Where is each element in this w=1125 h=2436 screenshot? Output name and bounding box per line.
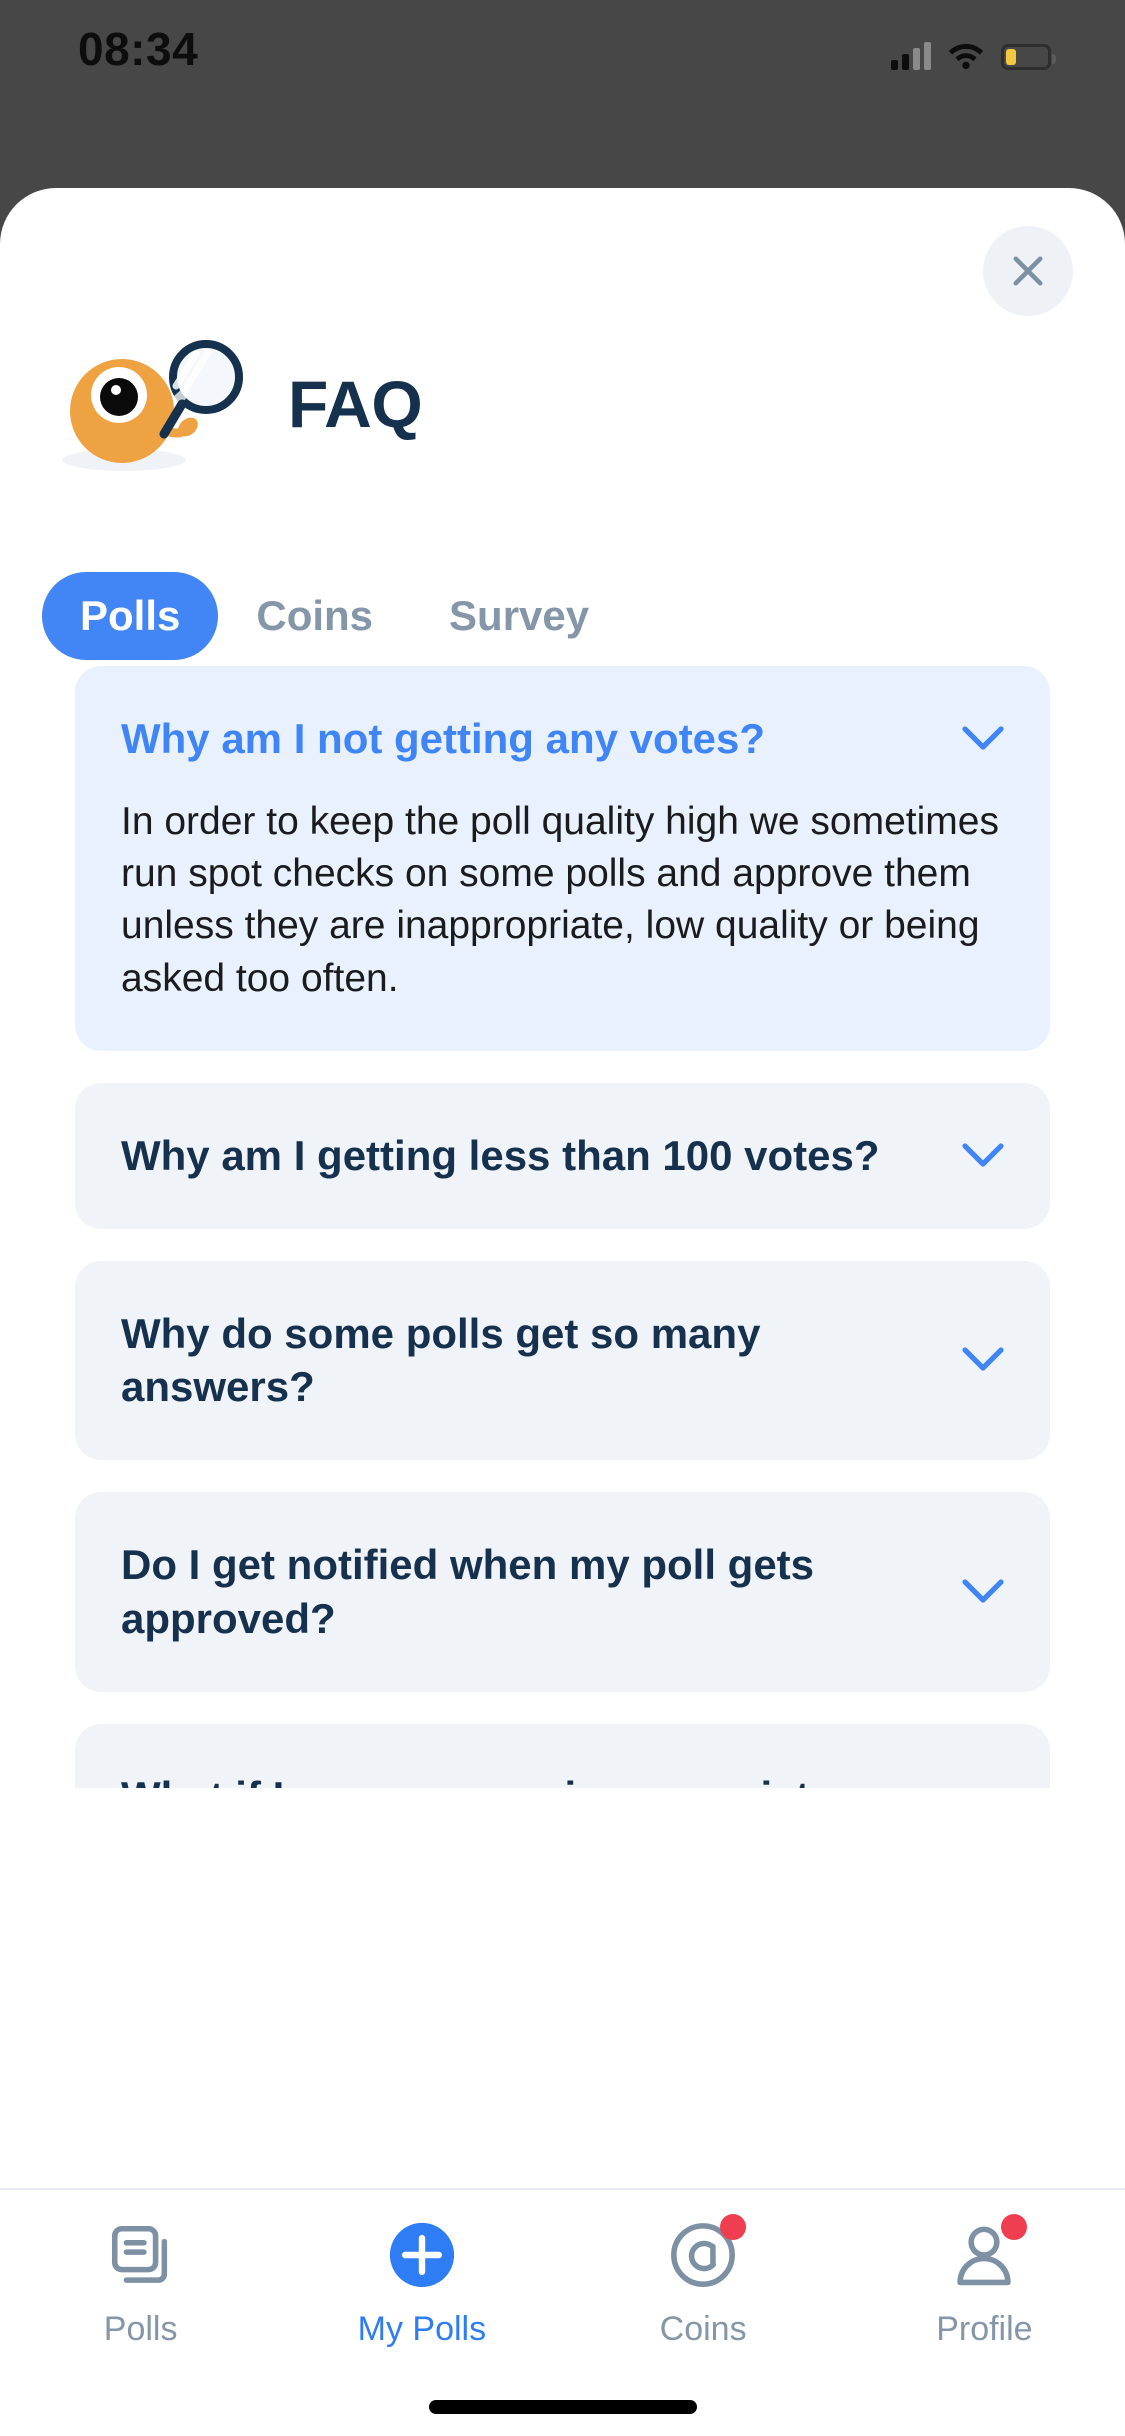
faq-header: FAQ xyxy=(0,304,1125,504)
faq-item-2[interactable]: Why do some polls get so many answers? xyxy=(75,1260,1050,1460)
chevron-down-icon[interactable] xyxy=(960,1569,1006,1615)
profile-notification-badge xyxy=(1001,2214,1028,2240)
tab-survey[interactable]: Survey xyxy=(411,572,627,660)
faq-question-row[interactable]: Why am I not getting any votes? xyxy=(121,712,1006,766)
person-icon xyxy=(945,2214,1028,2294)
nav-item-profile[interactable]: Profile xyxy=(844,2190,1125,2436)
close-icon xyxy=(1013,256,1043,286)
nav-label-my-polls: My Polls xyxy=(357,2310,487,2348)
faq-question: Why am I getting less than 100 votes? xyxy=(121,1131,880,1179)
coins-notification-badge xyxy=(720,2214,747,2240)
bottom-navigation-bar: Polls My Polls Coins Profile xyxy=(0,2188,1125,2436)
faq-item-3[interactable]: Do I get notified when my poll gets appr… xyxy=(75,1492,1050,1692)
faq-question: What if I come across inappropriate cont… xyxy=(121,1770,936,1789)
faq-list: Why am I not getting any votes? In order… xyxy=(75,666,1050,1788)
wifi-icon xyxy=(948,43,984,70)
page-title: FAQ xyxy=(288,367,423,441)
faq-modal-sheet: FAQ Polls Coins Survey Why am I not gett… xyxy=(0,188,1125,2436)
nav-label-polls: Polls xyxy=(103,2310,178,2348)
home-indicator xyxy=(428,2400,697,2414)
battery-low-icon xyxy=(1001,44,1056,70)
chevron-down-icon[interactable] xyxy=(960,1337,1006,1383)
mascot-magnifier-icon xyxy=(62,340,243,471)
faq-answer: In order to keep the poll quality high w… xyxy=(121,799,999,1000)
tab-coins[interactable]: Coins xyxy=(218,572,411,660)
faq-question: Why do some polls get so many answers? xyxy=(121,1309,761,1411)
faq-list-scroll-area[interactable]: Why am I not getting any votes? In order… xyxy=(0,666,1125,1788)
close-button[interactable] xyxy=(983,226,1073,316)
cellular-signal-icon xyxy=(891,42,931,70)
coin-icon xyxy=(664,2214,747,2294)
faq-item-1[interactable]: Why am I getting less than 100 votes? xyxy=(75,1082,1050,1229)
faq-question-row[interactable]: Do I get notified when my poll gets appr… xyxy=(121,1538,1006,1646)
faq-item-0[interactable]: Why am I not getting any votes? In order… xyxy=(75,666,1050,1051)
chevron-down-icon[interactable] xyxy=(960,1133,1006,1179)
faq-question-row[interactable]: Why am I getting less than 100 votes? xyxy=(121,1129,1006,1183)
status-bar-time: 08:34 xyxy=(78,23,199,75)
faq-tab-bar: Polls Coins Survey xyxy=(42,572,627,660)
chevron-down-icon[interactable] xyxy=(960,716,1006,762)
nav-label-coins: Coins xyxy=(659,2310,747,2348)
faq-item-4[interactable]: What if I come across inappropriate cont… xyxy=(75,1723,1050,1789)
status-bar: 08:34 xyxy=(0,0,1125,188)
faq-question-row[interactable]: Why do some polls get so many answers? xyxy=(121,1307,1006,1415)
nav-item-polls[interactable]: Polls xyxy=(0,2190,281,2436)
tab-polls[interactable]: Polls xyxy=(42,572,219,660)
faq-question: Do I get notified when my poll gets appr… xyxy=(121,1541,815,1642)
plus-circle-icon xyxy=(383,2216,461,2294)
faq-question: Why am I not getting any votes? xyxy=(121,715,766,762)
status-bar-icons xyxy=(891,30,1056,70)
nav-label-profile: Profile xyxy=(936,2310,1033,2348)
documents-stack-icon xyxy=(102,2216,180,2294)
faq-question-row[interactable]: What if I come across inappropriate cont… xyxy=(121,1770,1006,1789)
